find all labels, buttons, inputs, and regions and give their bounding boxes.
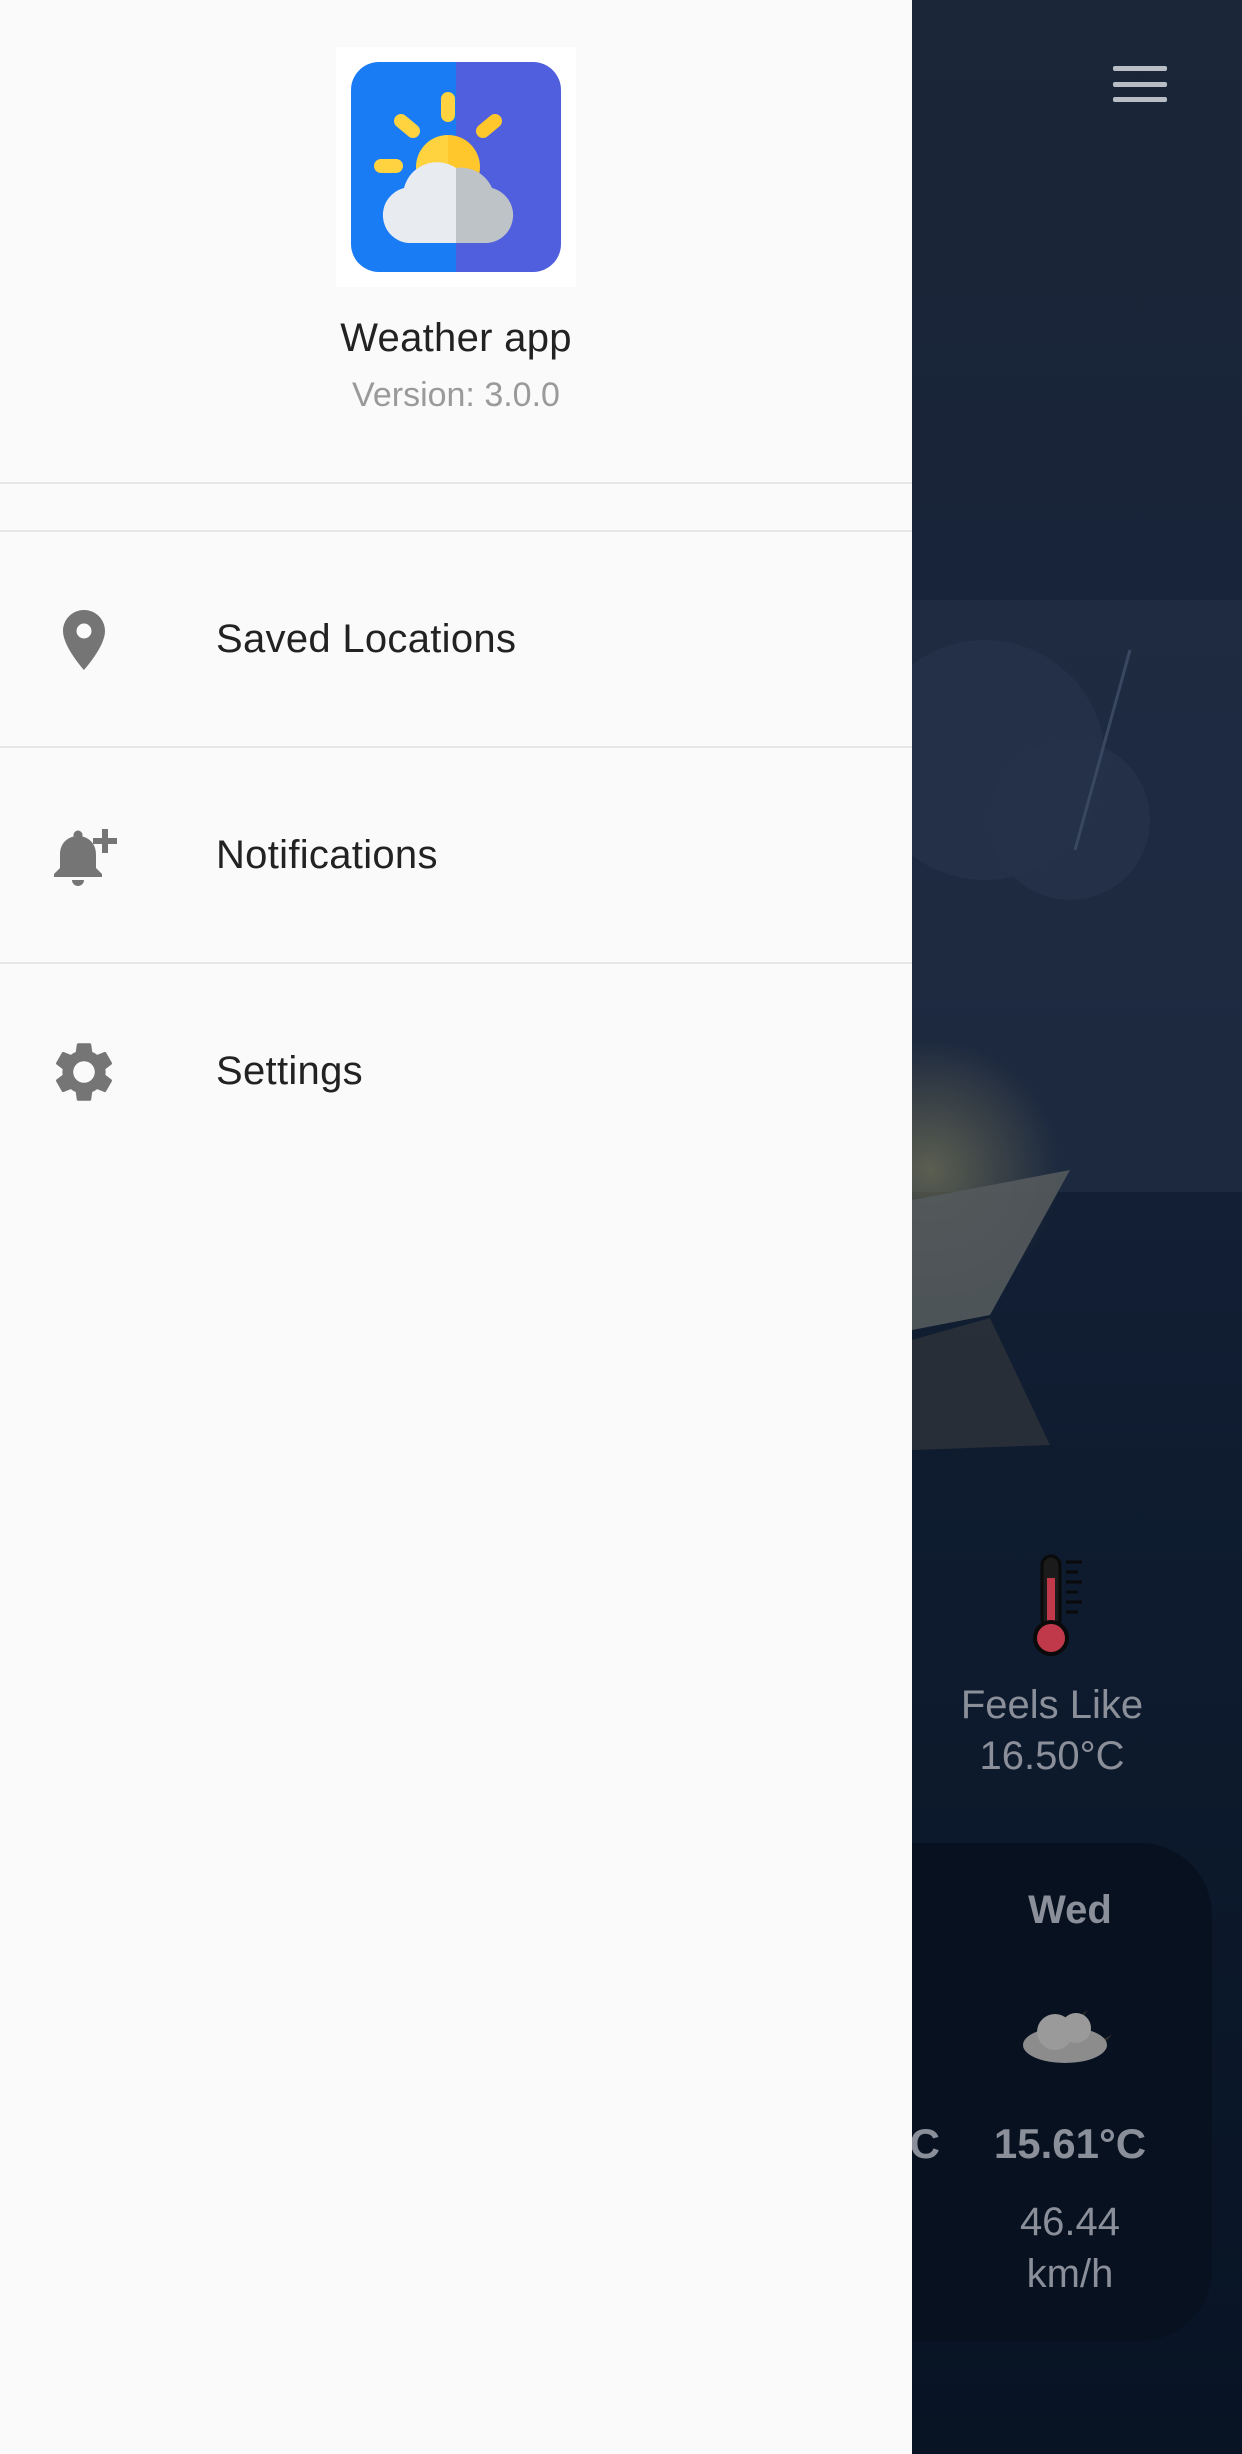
navigation-drawer: Weather app Version: 3.0.0 Saved Locatio… — [0, 0, 912, 2454]
hamburger-menu-icon[interactable] — [1102, 56, 1178, 112]
forecast-day: Wed — [1028, 1888, 1112, 1932]
app-logo — [336, 47, 576, 287]
forecast-temperature: 15.61°C — [993, 2120, 1147, 2167]
nav-item-saved-locations[interactable]: Saved Locations — [0, 532, 912, 746]
app-name: Weather app — [340, 316, 572, 360]
forecast-wind-value: 46.44 — [1019, 2200, 1121, 2244]
app-version: Version: 3.0.0 — [352, 376, 560, 414]
bell-plus-icon — [54, 829, 117, 886]
nav-item-notifications[interactable]: Notifications — [0, 748, 912, 962]
header-divider — [0, 482, 912, 484]
forecast-wind-unit: km/h — [1026, 2252, 1114, 2296]
nav-item-settings[interactable]: Settings — [0, 964, 912, 1178]
cloudy-night-icon — [1023, 2010, 1112, 2063]
forecast-wind: 46.44 km/h — [960, 2196, 1180, 2300]
nav-item-label: Saved Locations — [216, 617, 517, 661]
thermometer-icon — [1033, 1554, 1082, 1656]
gear-icon — [55, 1043, 113, 1101]
feels-like-label: Feels Like — [960, 1683, 1144, 1727]
nav-item-label: Notifications — [216, 833, 438, 877]
location-pin-icon — [63, 610, 105, 670]
feels-like-value: 16.50°C — [979, 1734, 1125, 1778]
nav-item-label: Settings — [216, 1049, 363, 1093]
